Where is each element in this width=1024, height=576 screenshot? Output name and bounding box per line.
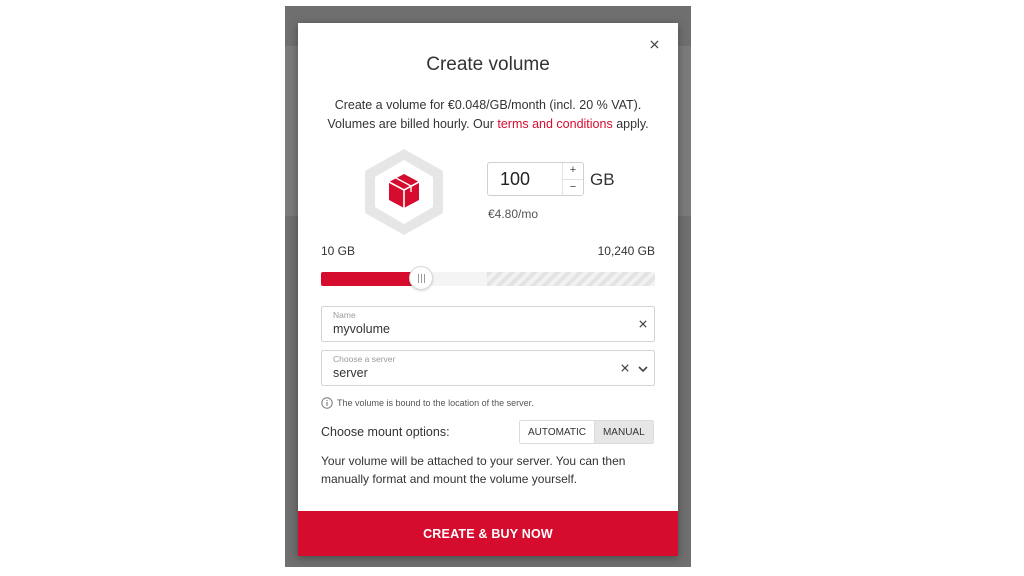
location-note: The volume is bound to the location of t… <box>321 397 534 409</box>
size-slider-track[interactable] <box>321 272 655 286</box>
size-slider-handle[interactable] <box>409 266 434 290</box>
name-field: Name <box>321 306 655 342</box>
mount-option-manual[interactable]: MANUAL <box>593 421 653 443</box>
close-icon <box>649 39 659 49</box>
size-slider-fill <box>321 272 422 286</box>
backdrop-page-strip <box>678 46 691 216</box>
size-unit: GB <box>590 170 615 189</box>
volume-cube-icon <box>365 149 443 235</box>
close-button[interactable] <box>644 34 664 54</box>
intro-line-1: Create a volume for €0.048/GB/month (inc… <box>334 98 642 112</box>
create-volume-dialog: Create volume Create a volume for €0.048… <box>298 23 678 556</box>
grip-line <box>423 273 425 283</box>
server-value[interactable] <box>333 366 613 380</box>
mount-description-line-1: Your volume will be attached to your ser… <box>321 454 626 468</box>
clear-name-button[interactable] <box>636 317 650 331</box>
clear-icon <box>621 364 629 372</box>
pricing-intro: Create a volume for €0.048/GB/month (inc… <box>298 96 678 134</box>
increment-button[interactable]: + <box>563 163 583 179</box>
location-note-text: The volume is bound to the location of t… <box>337 398 534 408</box>
mount-description: Your volume will be attached to your ser… <box>321 452 661 488</box>
create-and-buy-button[interactable]: CREATE & BUY NOW <box>298 511 678 556</box>
mount-options-toggle: AUTOMATIC MANUAL <box>519 420 654 444</box>
mount-options-label: Choose mount options: <box>321 425 450 439</box>
stepper-buttons: + − <box>562 163 583 195</box>
mount-option-automatic[interactable]: AUTOMATIC <box>520 421 594 443</box>
server-select[interactable]: Choose a server <box>321 350 655 386</box>
mount-description-line-2: manually format and mount the volume you… <box>321 472 578 486</box>
name-field-label: Name <box>333 310 356 320</box>
dialog-title: Create volume <box>426 54 550 75</box>
server-field-label: Choose a server <box>333 354 396 364</box>
terms-link[interactable]: terms and conditions <box>497 117 612 131</box>
server-dropdown-toggle[interactable] <box>636 362 650 376</box>
clear-icon <box>639 320 647 328</box>
backdrop-page-strip <box>285 46 298 216</box>
intro-text: Volumes are billed hourly. Our <box>327 117 498 131</box>
grip-line <box>420 273 422 283</box>
grip-line <box>417 273 419 283</box>
name-input[interactable] <box>333 322 613 336</box>
size-slider-unavailable-range <box>487 272 655 286</box>
size-stepper: + − <box>487 162 584 196</box>
slider-max-label: 10,240 GB <box>597 244 655 258</box>
monthly-price: €4.80/mo <box>488 207 539 221</box>
intro-line-2: Volumes are billed hourly. Our terms and… <box>298 115 678 134</box>
decrement-button[interactable]: − <box>563 178 583 196</box>
intro-text-end: apply. <box>612 117 649 131</box>
chevron-down-icon <box>638 366 648 372</box>
slider-min-label: 10 GB <box>321 244 356 258</box>
clear-server-button[interactable] <box>618 361 632 375</box>
info-icon <box>321 397 333 409</box>
size-input[interactable] <box>488 163 564 195</box>
